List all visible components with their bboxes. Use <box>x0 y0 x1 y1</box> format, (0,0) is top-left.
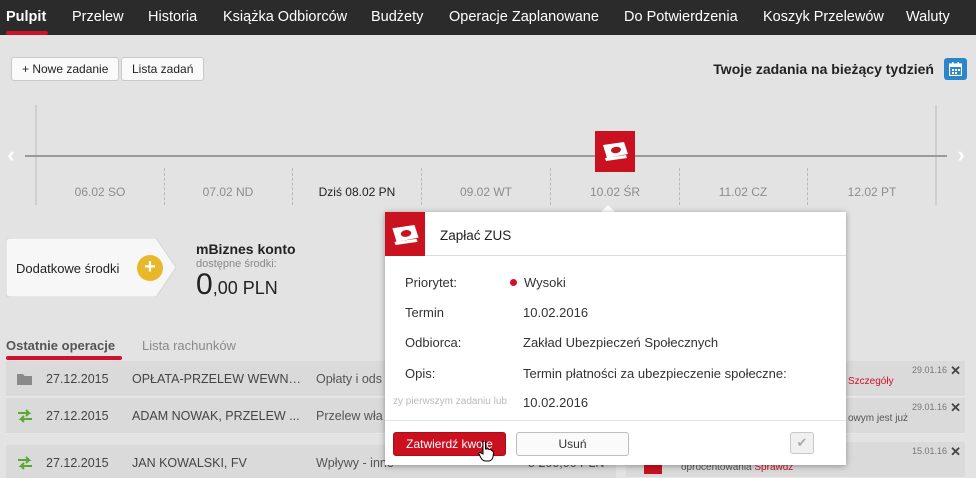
nav-item-do-potwierdzenia[interactable]: Do Potwierdzenia <box>624 0 738 35</box>
balance-decimal: ,00 PLN <box>212 278 278 298</box>
nav-item-pulpit[interactable]: Pulpit <box>6 0 46 35</box>
timeline-axis <box>25 155 947 157</box>
operation-description: Opłaty i ods <box>316 372 383 386</box>
operation-description: Wpływy - inne <box>316 456 394 470</box>
new-task-button[interactable]: + Nowe zadanie <box>11 57 120 81</box>
timeline-prev-arrow[interactable]: ‹ <box>4 144 18 166</box>
timeline-day-label: 11.02 CZ <box>718 185 768 199</box>
notification-text: owym jest już <box>848 413 909 424</box>
due-date-label: Termin <box>405 305 445 320</box>
operation-date: 27.12.2015 <box>46 456 109 470</box>
priority-label: Priorytet: <box>405 275 458 290</box>
active-tab-indicator <box>6 356 122 360</box>
notification-date: 29.01.16 <box>911 402 947 412</box>
close-icon[interactable]: ✕ <box>950 400 961 416</box>
operation-date: 27.12.2015 <box>46 372 109 386</box>
plus-icon: + <box>137 255 163 281</box>
operation-title: OPŁATA-PRZELEW WEWN.... <box>132 372 302 386</box>
close-icon[interactable]: ✕ <box>950 444 961 460</box>
timeline-today-label: Dziś 08.02 PN <box>318 185 396 199</box>
hand-cursor-icon <box>478 440 494 462</box>
nav-item-historia[interactable]: Historia <box>148 0 197 35</box>
description-value-line2: 10.02.2016 <box>523 395 589 410</box>
description-value: Termin płatności za ubezpieczenie społec… <box>523 366 787 381</box>
close-icon[interactable]: ✕ <box>950 363 961 379</box>
nav-item-budzety[interactable]: Budżety <box>371 0 423 35</box>
calendar-button[interactable] <box>944 58 967 80</box>
extra-funds-button[interactable]: Dodatkowe środki + <box>6 238 176 297</box>
task-popup: Zapłać ZUS Priorytet: Wysoki Termin 10.0… <box>385 212 846 465</box>
payment-cash-icon <box>603 142 628 161</box>
tab-recent-operations[interactable]: Ostatnie operacje <box>6 338 115 353</box>
due-date-value: 10.02.2016 <box>523 305 589 320</box>
details-link[interactable]: Szczegóły <box>848 376 894 387</box>
notification-date: 29.01.16 <box>911 365 947 375</box>
notification-date: 15.01.16 <box>911 446 947 456</box>
popup-divider <box>385 420 846 421</box>
operation-title: ADAM NOWAK, PRZELEW ... <box>132 409 300 423</box>
recipient-label: Odbiorca: <box>405 335 462 350</box>
priority-dot-icon <box>510 279 517 286</box>
extra-funds-label: Dodatkowe środki <box>16 261 120 276</box>
delete-button[interactable]: Usuń <box>516 432 629 456</box>
popup-title: Zapłać ZUS <box>440 228 512 243</box>
timeline-next-arrow[interactable]: › <box>954 144 968 166</box>
popup-header: Zapłać ZUS <box>385 212 846 256</box>
popup-icon-box <box>385 212 425 256</box>
transfer-arrows-icon <box>18 409 32 423</box>
timeline-day-label: 07.02 ND <box>202 185 254 199</box>
priority-text: Wysoki <box>524 275 566 290</box>
task-list-button[interactable]: Lista zadań <box>121 57 205 81</box>
tab-account-list[interactable]: Lista rachunków <box>142 338 236 353</box>
top-navigation: Pulpit Przelew Historia Książka Odbiorcó… <box>0 0 976 35</box>
account-balance: 0,00 PLN <box>196 268 278 302</box>
notification-link: Szczegóły <box>848 376 894 387</box>
timeline-day-label: 09.02 WT <box>459 185 513 199</box>
account-name: mBiznes konto <box>196 241 296 257</box>
timeline-day-label: 12.02 PT <box>847 185 897 199</box>
priority-value: Wysoki <box>510 275 566 290</box>
operation-title: JAN KOWALSKI, FV <box>132 456 247 470</box>
timeline-day-label: 06.02 SO <box>74 185 126 199</box>
balance-integer: 0 <box>196 268 213 301</box>
payment-cash-icon <box>392 225 419 245</box>
timeline-task-marker[interactable] <box>595 131 635 172</box>
transfer-arrows-icon <box>18 456 32 470</box>
check-icon[interactable]: ✔ <box>790 432 814 454</box>
recipient-value: Zakład Ubezpieczeń Społecznych <box>523 335 719 350</box>
ghost-tooltip-text: zy pierwszym zadaniu lub <box>393 396 507 407</box>
operation-date: 27.12.2015 <box>46 409 109 423</box>
timeline-day-label: 10.02 ŚR <box>589 185 641 199</box>
description-label: Opis: <box>405 366 436 381</box>
week-tasks-title: Twoje zadania na bieżący tydzień <box>713 61 934 77</box>
calendar-icon <box>949 62 962 76</box>
folder-icon <box>17 374 32 385</box>
nav-item-operacje-zaplanowane[interactable]: Operacje Zaplanowane <box>449 0 599 35</box>
nav-item-waluty[interactable]: Waluty <box>906 0 950 35</box>
operation-description: Przelew wła <box>316 409 383 423</box>
nav-item-przelew[interactable]: Przelew <box>72 0 124 35</box>
nav-item-koszyk-przelewow[interactable]: Koszyk Przelewów <box>763 0 884 35</box>
nav-item-ksiazka-odbiorcow[interactable]: Książka Odbiorców <box>223 0 347 35</box>
active-nav-indicator <box>6 31 48 35</box>
